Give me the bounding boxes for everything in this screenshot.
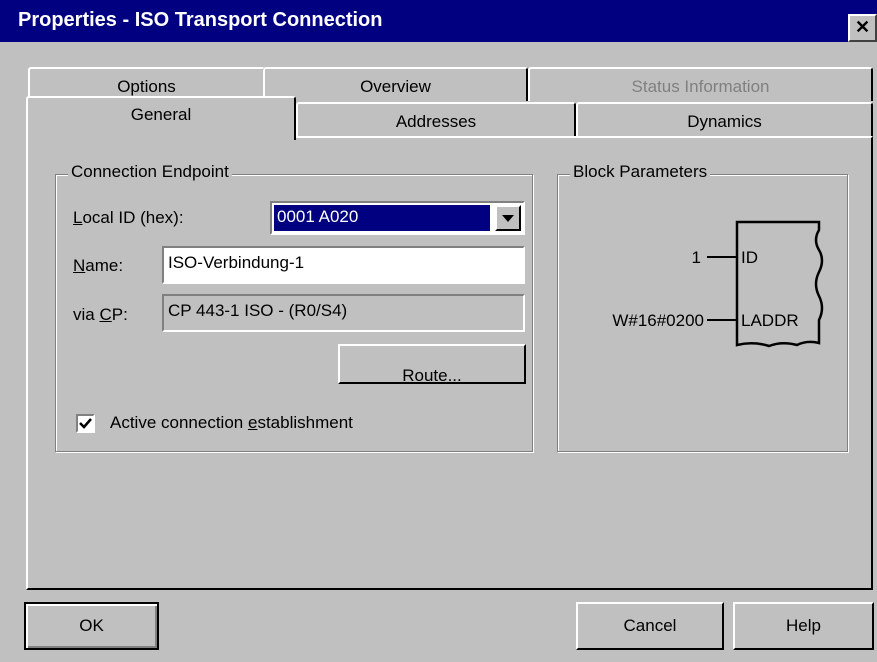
checkmark-icon bbox=[79, 418, 92, 429]
local-id-label: Local ID (hex): bbox=[73, 208, 184, 227]
route-button[interactable]: Route... bbox=[338, 344, 526, 385]
dropdown-button[interactable] bbox=[495, 205, 521, 231]
ok-button[interactable]: OK bbox=[24, 602, 159, 650]
tab-status-information-label: Status Information bbox=[631, 77, 770, 96]
active-connection-label: Active connection establishment bbox=[110, 413, 353, 432]
laddr-pin-label: LADDR bbox=[741, 311, 799, 330]
connection-endpoint-label: Connection Endpoint bbox=[68, 162, 232, 182]
help-button[interactable]: Help bbox=[733, 602, 874, 650]
tab-general-label: General bbox=[130, 105, 192, 124]
close-button[interactable]: ✕ bbox=[848, 14, 877, 42]
tab-status-information: Status Information bbox=[528, 67, 873, 101]
tab-dynamics-label: Dynamics bbox=[687, 112, 762, 131]
local-id-selected: 0001 A020 bbox=[274, 205, 490, 231]
active-connection-checkbox[interactable] bbox=[76, 414, 95, 433]
name-input[interactable]: ISO-Verbindung-1 bbox=[162, 246, 525, 284]
close-icon: ✕ bbox=[854, 17, 871, 37]
via-cp-label: via CP: bbox=[73, 305, 128, 324]
id-value: 1 bbox=[692, 248, 701, 267]
tab-addresses[interactable]: Addresses bbox=[296, 102, 576, 138]
id-pin-label: ID bbox=[741, 248, 758, 267]
tab-general[interactable]: General bbox=[26, 96, 296, 140]
tab-overview-label: Overview bbox=[360, 77, 431, 96]
tab-dynamics[interactable]: Dynamics bbox=[576, 102, 873, 138]
laddr-value: W#16#0200 bbox=[612, 311, 704, 330]
tab-addresses-label: Addresses bbox=[395, 112, 477, 131]
tab-options-label: Options bbox=[117, 77, 176, 96]
chevron-down-icon bbox=[502, 215, 514, 222]
tab-overview[interactable]: Overview bbox=[263, 67, 528, 101]
via-cp-field: CP 443-1 ISO - (R0/S4) bbox=[162, 294, 525, 332]
local-id-dropdown[interactable]: 0001 A020 bbox=[270, 201, 525, 235]
function-block-diagram: 1 ID W#16#0200 LADDR bbox=[612, 220, 824, 348]
name-label: Name: bbox=[73, 256, 124, 275]
cancel-button[interactable]: Cancel bbox=[576, 602, 724, 650]
block-parameters-label: Block Parameters bbox=[570, 162, 711, 182]
window-title: Properties - ISO Transport Connection bbox=[18, 9, 383, 31]
